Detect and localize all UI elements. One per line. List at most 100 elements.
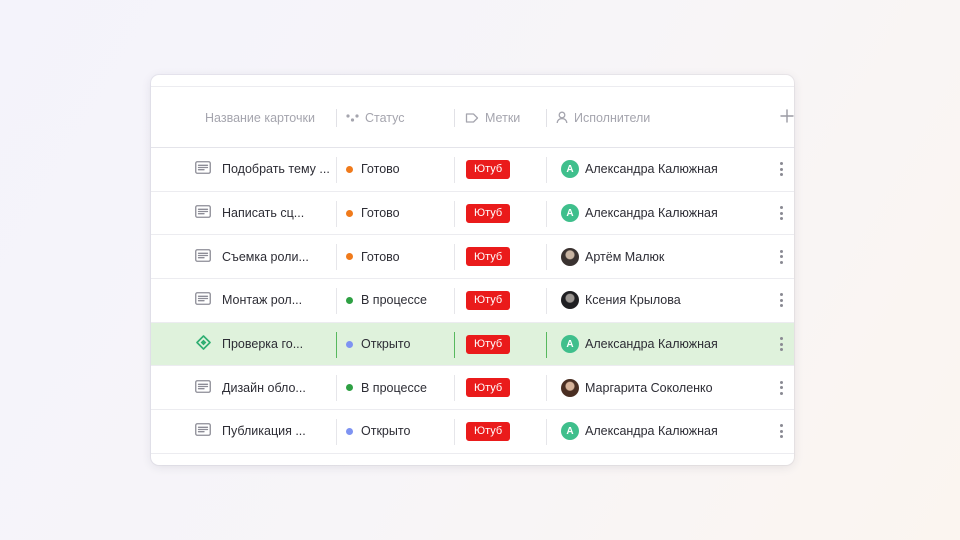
tag-badge[interactable]: Ютуб (466, 421, 511, 441)
card-text-icon (195, 248, 211, 265)
card-text-icon (195, 379, 211, 396)
card-type-cell (194, 235, 212, 278)
card-type-cell (194, 148, 212, 191)
tags-cell[interactable]: Ютуб (454, 323, 511, 366)
column-divider (336, 244, 337, 271)
card-name-text: Написать сц... (222, 206, 305, 221)
column-divider (546, 244, 547, 271)
column-divider (336, 157, 337, 183)
card-name[interactable]: Монтаж рол... (222, 279, 334, 322)
status-label: Готово (361, 162, 400, 177)
column-divider (336, 109, 337, 127)
card-name[interactable]: Съемка роли... (222, 235, 334, 278)
table-row[interactable]: Публикация ... Открыто Ютуб A Александра… (151, 410, 794, 454)
tags-cell[interactable]: Ютуб (454, 279, 511, 322)
tag-badge[interactable]: Ютуб (466, 378, 511, 398)
card-name[interactable]: Подобрать тему ... (222, 148, 334, 191)
assignee-cell[interactable]: A Александра Калюжная (546, 323, 718, 366)
assignee-cell[interactable]: A Александра Калюжная (546, 410, 718, 453)
tags-cell[interactable]: Ютуб (454, 366, 511, 409)
avatar (561, 378, 579, 397)
assignee-name: Маргарита Соколенко (585, 380, 713, 395)
row-menu-button[interactable] (775, 323, 787, 366)
table-row[interactable]: Съемка роли... Готово Ютуб Артём Малюк (151, 235, 794, 280)
table-row[interactable]: Подобрать тему ... Готово Ютуб A Алексан… (151, 148, 794, 192)
card-name[interactable]: Написать сц... (222, 192, 334, 235)
add-column-icon[interactable] (780, 109, 794, 123)
card-name[interactable]: Проверка го... (222, 323, 334, 366)
column-divider (454, 375, 455, 402)
column-header-assignees[interactable]: Исполнители (546, 87, 650, 148)
status-cell[interactable]: Готово (336, 148, 400, 191)
status-cell[interactable]: Открыто (336, 410, 410, 453)
assignee-cell[interactable]: A Александра Калюжная (546, 148, 718, 191)
status-dot (346, 209, 353, 217)
user-icon (556, 111, 568, 124)
diamond-icon (195, 335, 211, 353)
assignee-name: Александра Калюжная (585, 206, 718, 221)
row-menu-button[interactable] (775, 192, 787, 235)
card-name[interactable]: Публикация ... (222, 410, 334, 453)
table-row[interactable]: Дизайн обло... В процессе Ютуб Маргарита… (151, 366, 794, 411)
more-vertical-icon (779, 162, 783, 177)
column-divider (336, 331, 337, 358)
card-text-icon (195, 423, 211, 439)
column-header-name[interactable]: Название карточки (205, 87, 315, 148)
row-menu-button[interactable] (775, 148, 787, 191)
column-divider (546, 288, 547, 315)
tags-cell[interactable]: Ютуб (454, 410, 511, 453)
table-row[interactable]: Монтаж рол... В процессе Ютуб Ксения Кры… (151, 279, 794, 323)
card-type-cell (194, 366, 212, 409)
status-cell[interactable]: В процессе (336, 279, 427, 322)
assignee-cell[interactable]: Артём Малюк (546, 235, 664, 278)
status-dot (346, 165, 353, 173)
row-menu-button[interactable] (775, 279, 787, 322)
column-divider (454, 331, 455, 358)
card-name[interactable]: Дизайн обло... (222, 366, 334, 409)
column-header-tags[interactable]: Метки (454, 87, 520, 148)
assignee-name: Александра Калюжная (585, 424, 718, 439)
column-divider (336, 419, 337, 446)
tags-cell[interactable]: Ютуб (454, 192, 511, 235)
tag-badge[interactable]: Ютуб (466, 334, 511, 354)
status-dot (346, 340, 353, 348)
status-cell[interactable]: Готово (336, 235, 400, 278)
assignee-name: Ксения Крылова (585, 293, 681, 308)
status-cell[interactable]: В процессе (336, 366, 427, 409)
column-divider (454, 200, 455, 227)
tag-badge[interactable]: Ютуб (466, 159, 511, 179)
assignee-name: Артём Малюк (585, 249, 665, 264)
column-header-status[interactable]: Статус (336, 87, 405, 148)
row-menu-button[interactable] (775, 235, 787, 278)
card-type-cell (194, 323, 212, 366)
avatar (561, 291, 579, 310)
card-name-text: Публикация ... (222, 424, 306, 439)
card-name-text: Подобрать тему ... (222, 162, 330, 177)
column-header-name-label: Название карточки (205, 110, 315, 125)
tag-badge[interactable]: Ютуб (466, 247, 511, 267)
status-label: Готово (361, 249, 400, 264)
tag-badge[interactable]: Ютуб (466, 290, 511, 310)
column-divider (546, 375, 547, 402)
assignee-cell[interactable]: Маргарита Соколенко (546, 366, 713, 409)
column-divider (454, 244, 455, 271)
status-cell[interactable]: Готово (336, 192, 400, 235)
tag-icon (465, 112, 479, 123)
status-dot (346, 384, 353, 392)
table-row[interactable]: Проверка го... Открыто Ютуб A Александра… (151, 322, 794, 367)
tags-cell[interactable]: Ютуб (454, 148, 511, 191)
avatar: A (561, 160, 579, 179)
column-header-tags-label: Метки (485, 110, 521, 125)
column-divider (454, 419, 455, 446)
column-divider (454, 288, 455, 315)
column-divider (546, 200, 547, 227)
assignee-cell[interactable]: A Александра Калюжная (546, 192, 718, 235)
table-row[interactable]: Написать сц... Готово Ютуб A Александра … (151, 192, 794, 236)
assignee-cell[interactable]: Ксения Крылова (546, 279, 681, 322)
tag-badge[interactable]: Ютуб (466, 203, 511, 223)
assignee-name: Александра Калюжная (585, 337, 718, 352)
row-menu-button[interactable] (775, 366, 787, 409)
status-cell[interactable]: Открыто (336, 323, 410, 366)
row-menu-button[interactable] (775, 410, 787, 453)
tags-cell[interactable]: Ютуб (454, 235, 511, 278)
